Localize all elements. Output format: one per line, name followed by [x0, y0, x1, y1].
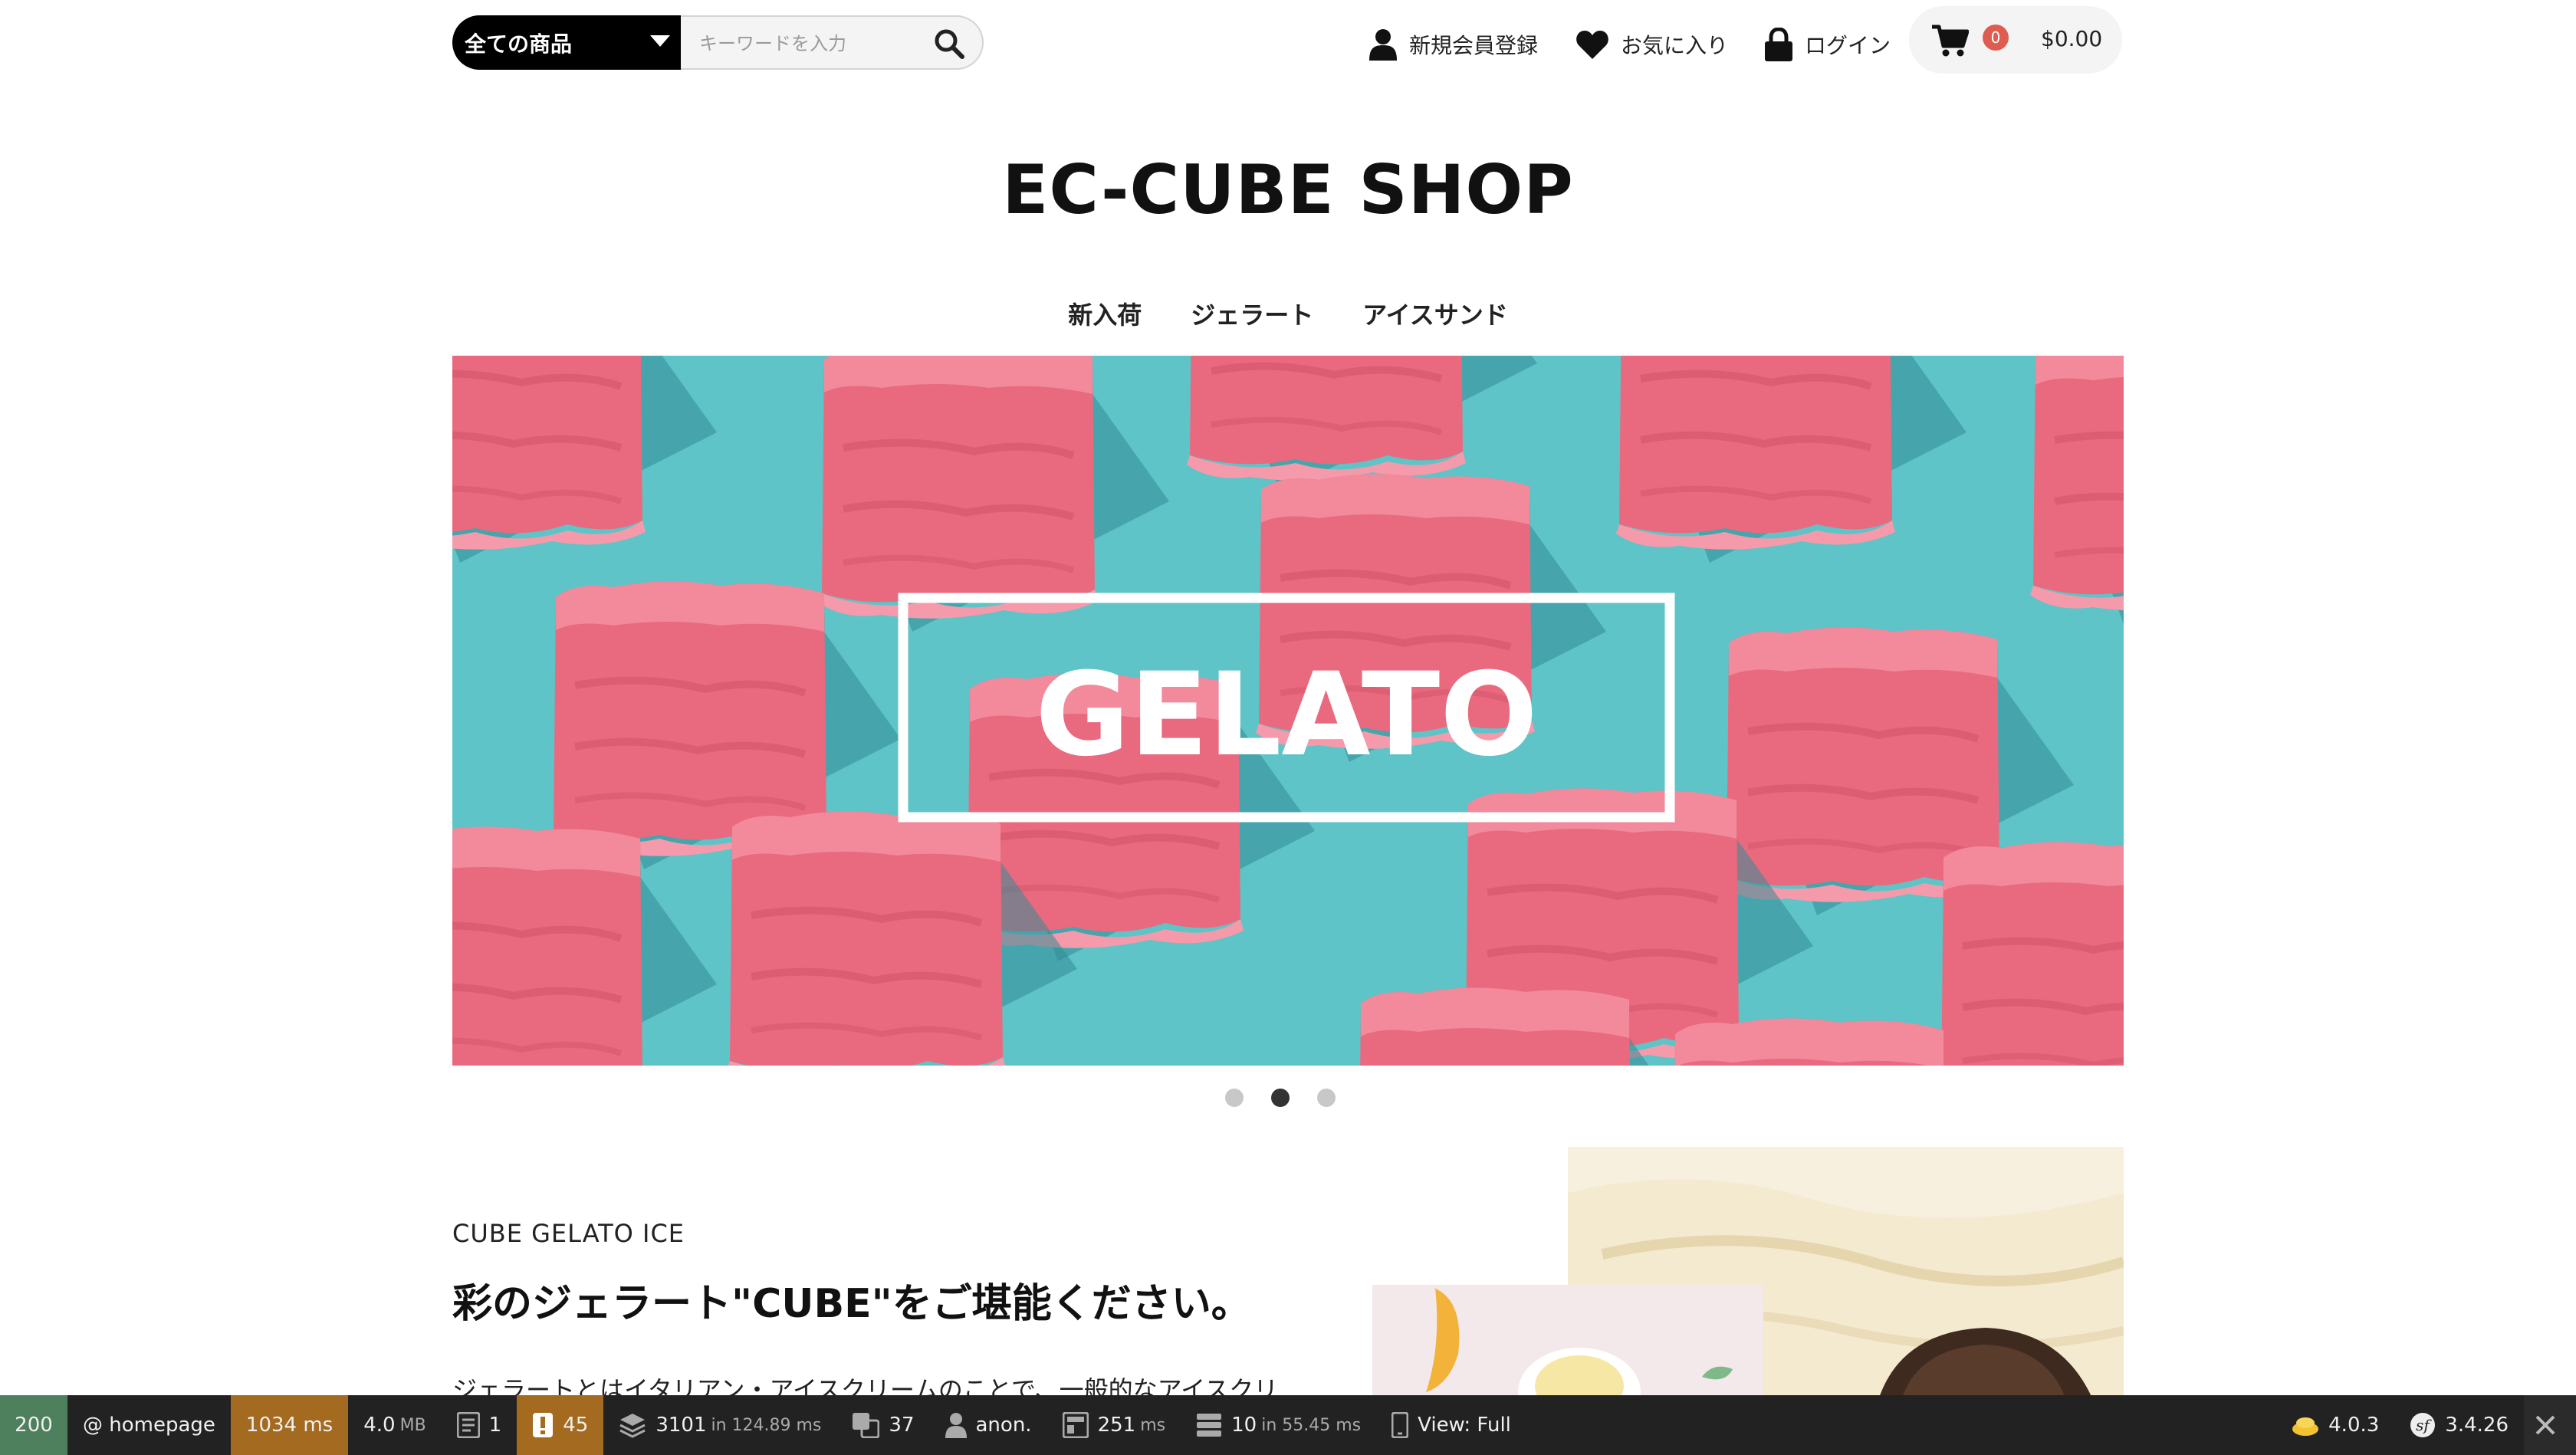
- security-panel[interactable]: anon.: [930, 1395, 1047, 1455]
- nav-item-ice-sandwich[interactable]: アイスサンド: [1362, 296, 1507, 331]
- user-icon: [945, 1413, 967, 1438]
- close-toolbar-button[interactable]: [2524, 1395, 2576, 1455]
- category-select[interactable]: 全ての商品: [452, 15, 681, 70]
- cache-calls: 10: [1231, 1414, 1257, 1437]
- keyword-box: [681, 15, 984, 70]
- database-panel[interactable]: 3101 in 124.89 ms: [603, 1395, 836, 1455]
- twig-unit: ms: [1140, 1415, 1166, 1435]
- gelato-photo-collage: [1372, 1147, 2124, 1400]
- eccube-logo-icon: [2292, 1417, 2319, 1436]
- category-nav: 新入荷 ジェラート アイスサンド: [0, 296, 2576, 331]
- translation-icon: [853, 1413, 880, 1438]
- cache-panel[interactable]: 10 in 55.45 ms: [1181, 1395, 1376, 1455]
- db-query-count: 3101: [656, 1414, 707, 1437]
- slider-dot-1[interactable]: [1225, 1089, 1244, 1107]
- toolbar-right: 4.0.3 sf 3.4.26: [2276, 1395, 2576, 1455]
- request-count: 1: [488, 1414, 502, 1437]
- slider-dot-2[interactable]: [1271, 1089, 1290, 1107]
- eccube-version-label: 4.0.3: [2328, 1414, 2380, 1437]
- translation-panel[interactable]: 37: [836, 1395, 929, 1455]
- chevron-down-icon: [650, 35, 670, 47]
- search-icon[interactable]: [933, 28, 965, 60]
- category-select-label: 全ての商品: [465, 31, 573, 57]
- nav-item-gelato[interactable]: ジェラート: [1191, 296, 1313, 331]
- memory-unit: MB: [399, 1415, 426, 1435]
- login-label: ログイン: [1805, 33, 1891, 58]
- form-icon: [456, 1412, 480, 1438]
- cart-total: $0.00: [2041, 26, 2103, 51]
- memory-value: 4.0: [363, 1414, 396, 1437]
- slider-dot-3[interactable]: [1317, 1089, 1336, 1107]
- register-link[interactable]: 新規会員登録: [1369, 15, 1538, 74]
- slider-dots: [1225, 1089, 1363, 1107]
- request-time[interactable]: 1034 ms: [230, 1395, 349, 1455]
- user-icon: [1369, 29, 1397, 61]
- mobile-icon: [1392, 1412, 1409, 1438]
- hero-slider[interactable]: GELATO: [452, 356, 2124, 1066]
- twig-panel[interactable]: 251 ms: [1047, 1395, 1181, 1455]
- hero-image: GELATO: [452, 356, 2124, 1066]
- close-icon: [2535, 1415, 2555, 1435]
- template-icon: [1062, 1412, 1089, 1438]
- logs-panel[interactable]: 45: [517, 1395, 604, 1455]
- search-input[interactable]: [681, 17, 931, 70]
- cache-time: in 55.45 ms: [1261, 1415, 1362, 1435]
- favorites-link[interactable]: お気に入り: [1576, 15, 1728, 74]
- eccube-version[interactable]: 4.0.3: [2276, 1395, 2394, 1455]
- symfony-version[interactable]: sf 3.4.26: [2394, 1395, 2524, 1455]
- search-bar: 全ての商品: [452, 15, 984, 70]
- translation-count: 37: [889, 1414, 915, 1437]
- about-subtitle: CUBE GELATO ICE: [452, 1219, 685, 1248]
- lock-icon: [1765, 28, 1792, 61]
- memory-usage[interactable]: 4.0 MB: [348, 1395, 441, 1455]
- server-icon: [1197, 1414, 1222, 1437]
- warning-icon: [533, 1413, 554, 1437]
- db-query-time: in 124.89 ms: [711, 1415, 822, 1435]
- login-link[interactable]: ログイン: [1765, 15, 1891, 74]
- favorites-label: お気に入り: [1621, 33, 1729, 58]
- layers-icon: [619, 1414, 646, 1438]
- user-status: anon.: [975, 1414, 1032, 1437]
- view-mode-label: View: Full: [1418, 1414, 1511, 1437]
- status-code[interactable]: 200: [0, 1395, 67, 1455]
- about-heading: 彩のジェラート"CUBE"をご堪能ください。: [452, 1281, 1251, 1327]
- heart-icon: [1576, 31, 1608, 59]
- shop-logo-title[interactable]: EC-CUBE SHOP: [0, 150, 2576, 229]
- request-panel[interactable]: 1: [442, 1395, 518, 1455]
- nav-item-new[interactable]: 新入荷: [1068, 296, 1142, 331]
- twig-time: 251: [1097, 1414, 1136, 1437]
- cart-button[interactable]: 0 $0.00: [1909, 6, 2122, 74]
- warning-count: 45: [563, 1414, 589, 1437]
- route-name[interactable]: @ homepage: [67, 1395, 231, 1455]
- view-mode[interactable]: View: Full: [1376, 1395, 1526, 1455]
- register-label: 新規会員登録: [1409, 33, 1539, 58]
- cart-count-badge: 0: [1983, 25, 2009, 51]
- symfony-logo-icon: sf: [2410, 1413, 2436, 1437]
- symfony-version-label: 3.4.26: [2445, 1414, 2509, 1437]
- cart-icon: [1932, 25, 1969, 57]
- hero-label: GELATO: [1035, 649, 1537, 782]
- debug-toolbar: 200 @ homepage 1034 ms 4.0 MB 1 45 3101 …: [0, 1395, 2576, 1455]
